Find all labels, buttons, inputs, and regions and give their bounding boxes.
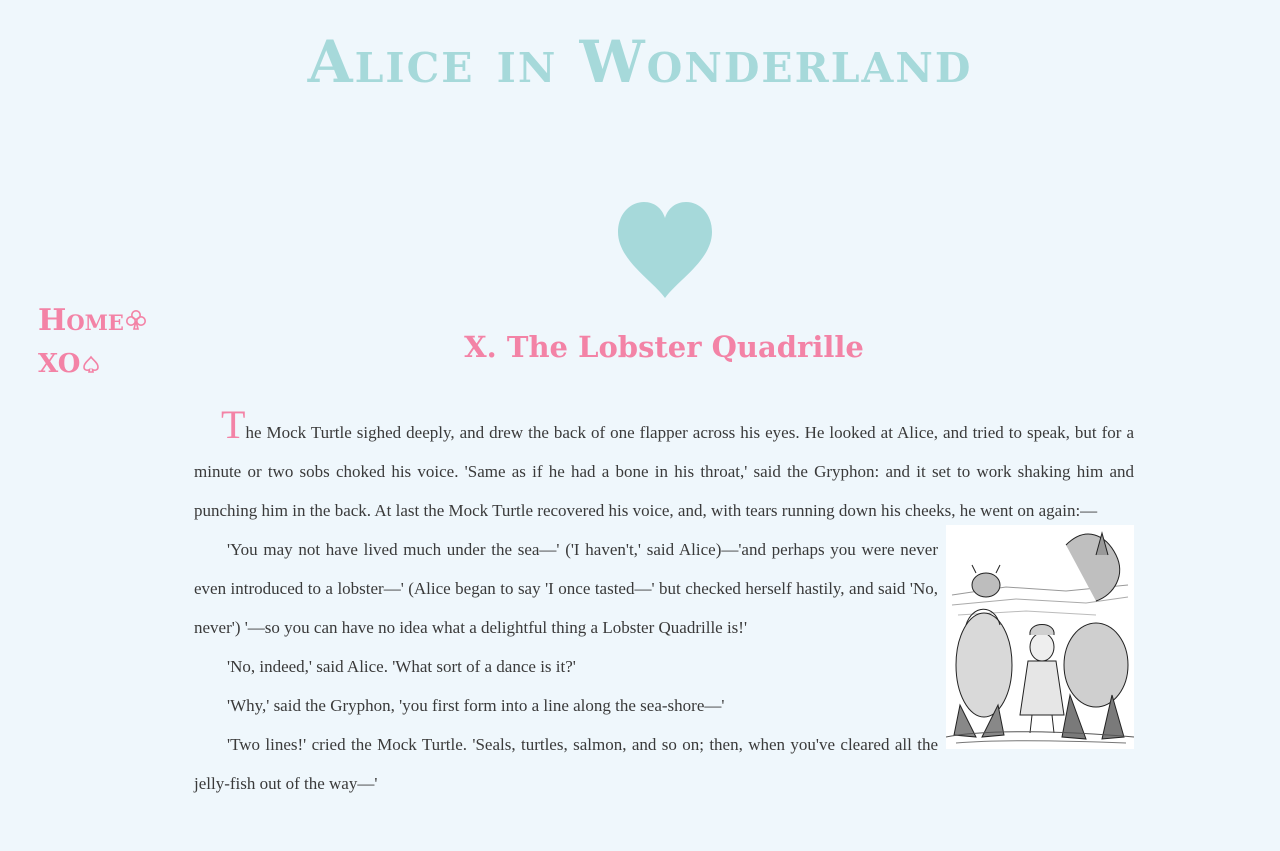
nav-home-link[interactable]: Home <box>38 300 188 340</box>
chapter-title: X. The Lobster Quadrille <box>464 330 864 364</box>
nav-home-label: Home <box>38 302 124 338</box>
paragraph-1: The Mock Turtle sighed deeply, and drew … <box>194 402 1134 530</box>
spade-outline-icon <box>83 355 100 373</box>
nav-xo-label: XO <box>38 349 81 379</box>
mock-turtle-gryphon-alice-illustration <box>946 525 1134 749</box>
nav-xo-link[interactable]: XO <box>38 344 188 384</box>
paragraph-1-text: he Mock Turtle sighed deeply, and drew t… <box>194 423 1134 520</box>
side-nav: Home XO <box>38 300 188 384</box>
chapter-body: The Mock Turtle sighed deeply, and drew … <box>194 402 1134 803</box>
heart-icon <box>612 198 718 302</box>
club-outline-icon <box>125 310 146 330</box>
site-title: Alice in Wonderland <box>307 28 973 96</box>
drop-cap: T <box>221 402 246 447</box>
